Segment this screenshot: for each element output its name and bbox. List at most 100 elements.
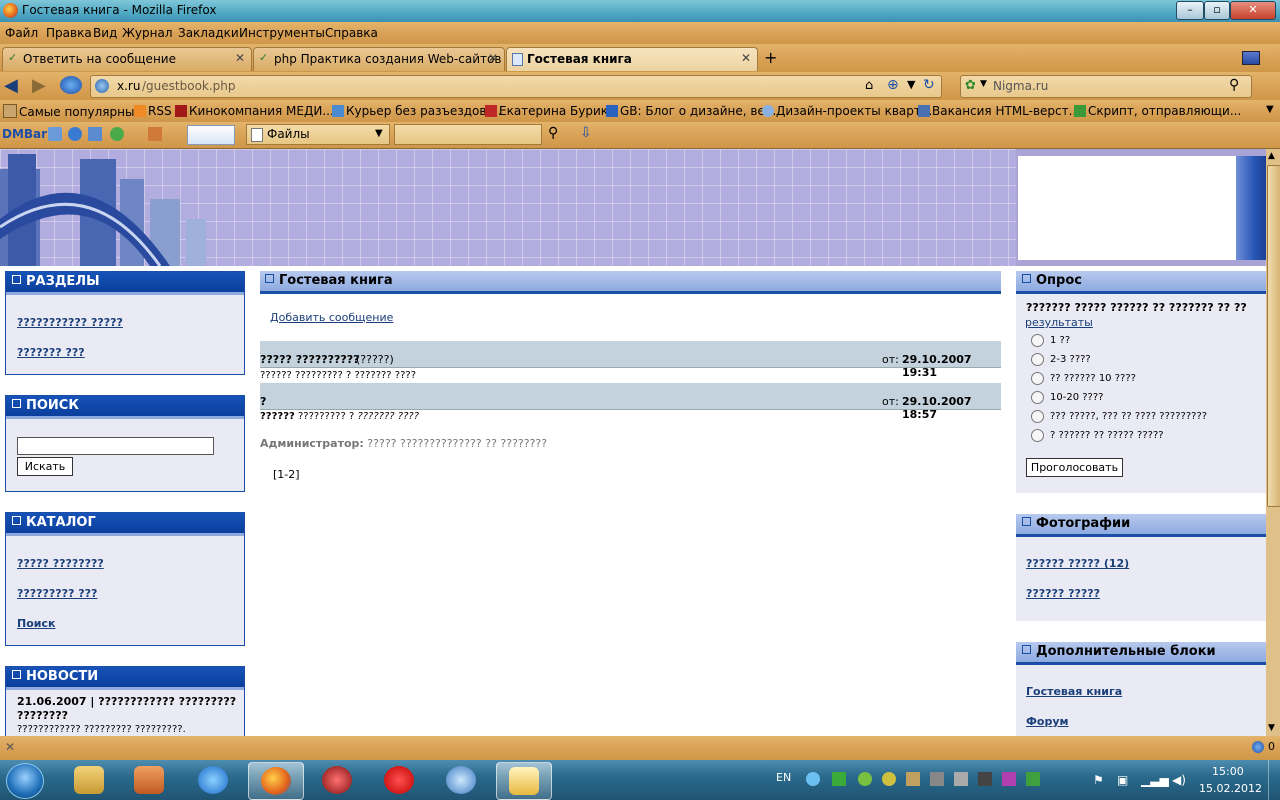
add-message-link[interactable]: Добавить сообщение: [270, 311, 393, 324]
tray-icon[interactable]: [930, 772, 944, 786]
bookmark-item[interactable]: Скрипт, отправляющи...: [1074, 104, 1241, 118]
show-desktop-button[interactable]: [1268, 760, 1280, 800]
start-button[interactable]: [6, 763, 44, 799]
close-tab-icon[interactable]: ✕: [235, 51, 245, 65]
taskbar-opera[interactable]: [372, 762, 426, 798]
tray-icon[interactable]: [978, 772, 992, 786]
news-headline[interactable]: 21.06.2007 | ???????????? ?????????: [17, 695, 236, 708]
menu-tools[interactable]: Инструменты: [239, 26, 325, 40]
taskbar-explorer[interactable]: [62, 762, 116, 798]
poll-radio[interactable]: [1031, 334, 1044, 347]
refresh-icon[interactable]: ↻: [923, 77, 935, 93]
tray-icon[interactable]: [1026, 772, 1040, 786]
dm-search-input[interactable]: [394, 124, 542, 145]
tab-guestbook[interactable]: Гостевая книга ✕: [506, 47, 758, 71]
tray-icon[interactable]: [1002, 772, 1016, 786]
files-dropdown[interactable]: Файлы ▼: [246, 124, 390, 145]
search-engine-icon[interactable]: ✿: [965, 78, 976, 93]
taskbar-mail[interactable]: [496, 762, 552, 800]
bookmark-item[interactable]: Дизайн-проекты кварт...: [762, 104, 932, 118]
scroll-thumb[interactable]: [1267, 165, 1280, 507]
taskbar-media[interactable]: [122, 762, 176, 798]
search-go-icon[interactable]: ⚲: [1229, 77, 1239, 93]
search-button[interactable]: Искать: [17, 457, 73, 476]
forward-icon[interactable]: ▶: [32, 75, 46, 96]
tray-icon[interactable]: [858, 772, 872, 786]
list-all-tabs-icon[interactable]: [1242, 51, 1260, 65]
tab-reply[interactable]: ✓ Ответить на сообщение ✕: [2, 47, 252, 71]
poll-radio[interactable]: [1031, 372, 1044, 385]
stop-icon[interactable]: ✕: [5, 740, 15, 754]
addon-icon[interactable]: [1252, 741, 1264, 753]
url-bar[interactable]: x.ru /guestbook.php ⌂ ⊕ ▼ ↻: [90, 75, 942, 98]
flag-icon[interactable]: ⚑: [1093, 773, 1104, 787]
language-indicator[interactable]: EN: [776, 771, 791, 784]
engine-dropdown-icon[interactable]: ▼: [980, 79, 987, 89]
tray-icon[interactable]: [806, 772, 820, 786]
poll-radio[interactable]: [1031, 429, 1044, 442]
tab-php[interactable]: ✓ php Практика создания Web-сайтов ... ✕: [253, 47, 505, 71]
menu-history[interactable]: Журнал: [122, 26, 173, 40]
dropdown-icon[interactable]: ▼: [907, 78, 915, 91]
bookmark-item[interactable]: Екатерина Бурика: [485, 104, 615, 118]
search-input[interactable]: [17, 437, 214, 455]
signal-icon[interactable]: ▁▃▅: [1141, 773, 1169, 787]
bookmark-item[interactable]: Вакансия HTML-верст...: [918, 104, 1080, 118]
poll-radio[interactable]: [1031, 391, 1044, 404]
tray-icon[interactable]: [832, 772, 846, 786]
minimize-button[interactable]: –: [1176, 1, 1204, 20]
bookmark-item[interactable]: GB: Блог о дизайне, ве...: [606, 104, 776, 118]
chat-icon[interactable]: [48, 127, 62, 141]
menu-file[interactable]: Файл: [5, 26, 38, 40]
copy-icon[interactable]: [88, 127, 102, 141]
download-icon[interactable]: ⇩: [580, 125, 592, 141]
poll-radio[interactable]: [1031, 353, 1044, 366]
menu-edit[interactable]: Правка: [46, 26, 92, 40]
bookmark-item[interactable]: Самые популярные: [3, 104, 142, 119]
section-link[interactable]: ??????? ???: [17, 346, 85, 359]
scroll-down-icon[interactable]: ▼: [1268, 723, 1275, 733]
clock-time[interactable]: 15:00: [1212, 765, 1244, 778]
maximize-button[interactable]: ▫: [1204, 1, 1230, 20]
more-bookmarks-icon[interactable]: ▼: [1266, 104, 1274, 115]
taskbar-network[interactable]: [434, 762, 488, 798]
guestbook-link[interactable]: Гостевая книга: [1026, 685, 1122, 698]
pager[interactable]: [1-2]: [273, 468, 300, 481]
new-tab-button[interactable]: +: [764, 48, 777, 67]
tray-icon[interactable]: [906, 772, 920, 786]
photo-link[interactable]: ?????? ????? (12): [1026, 557, 1129, 570]
search-icon[interactable]: ⚲: [548, 125, 558, 141]
menu-help[interactable]: Справка: [325, 26, 378, 40]
close-window-button[interactable]: ✕: [1230, 1, 1276, 20]
catalog-link[interactable]: ????? ????????: [17, 557, 104, 570]
scroll-up-icon[interactable]: ▲: [1268, 151, 1275, 161]
add-icon[interactable]: ⊕: [887, 77, 899, 93]
add-icon[interactable]: [68, 127, 82, 141]
poll-radio[interactable]: [1031, 410, 1044, 423]
section-link[interactable]: ??????????? ?????: [17, 316, 123, 329]
page-scrollbar[interactable]: ▲ ▼: [1266, 149, 1280, 736]
clock-date[interactable]: 15.02.2012: [1199, 782, 1262, 795]
catalog-link[interactable]: ????????? ???: [17, 587, 97, 600]
menu-view[interactable]: Вид: [93, 26, 117, 40]
globe-icon[interactable]: [110, 127, 124, 141]
bookmark-item[interactable]: Курьер без разъездов ...: [332, 104, 502, 118]
poll-results-link[interactable]: результаты: [1025, 316, 1093, 329]
close-tab-icon[interactable]: ✕: [741, 51, 751, 65]
bookmark-item[interactable]: RSS: [134, 104, 172, 118]
volume-icon[interactable]: ◀): [1172, 773, 1186, 787]
tray-icon[interactable]: [954, 772, 968, 786]
taskbar-firefox[interactable]: [248, 762, 304, 800]
photo-link[interactable]: ?????? ?????: [1026, 587, 1100, 600]
home-icon[interactable]: ⌂: [865, 78, 873, 93]
toolbar-button[interactable]: [187, 125, 235, 145]
tool-icon[interactable]: [148, 127, 162, 141]
forum-link[interactable]: Форум: [1026, 715, 1069, 728]
action-center-icon[interactable]: ▣: [1117, 773, 1128, 787]
taskbar-app[interactable]: [310, 762, 364, 798]
home-globe-icon[interactable]: [60, 76, 82, 94]
bookmark-item[interactable]: Кинокомпания МЕДИ...: [175, 104, 334, 118]
menu-bookmarks[interactable]: Закладки: [178, 26, 239, 40]
taskbar-ie[interactable]: [186, 762, 240, 798]
back-icon[interactable]: ◀: [4, 75, 18, 96]
